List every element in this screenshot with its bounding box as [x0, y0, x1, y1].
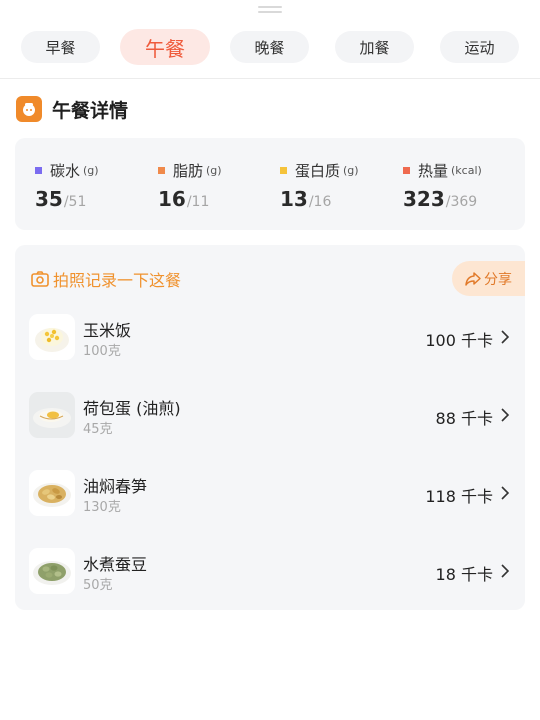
food-amount: 45克 [83, 422, 113, 437]
food-amount: 50克 [83, 578, 113, 593]
macro-unit: (kcal) [451, 163, 482, 177]
food-item-braised-bamboo-shoots[interactable]: 油焖春笋 130克 118 千卡 [15, 468, 525, 518]
fried-egg-icon [29, 392, 75, 438]
macro-label: 碳水 [50, 161, 81, 180]
macro-label: 蛋白质 [295, 161, 341, 180]
photo-record-label: 拍照记录一下这餐 [53, 271, 182, 290]
macro-target: /369 [445, 194, 478, 210]
page-title: 午餐详情 [52, 99, 129, 122]
macro-target: /16 [308, 194, 332, 210]
carbs-color-dot [35, 166, 42, 174]
chevron-right-icon [501, 330, 510, 344]
meal-tab-bar: 早餐 午餐 晚餐 加餐 运动 [0, 29, 540, 65]
macro-value: 16 [158, 187, 186, 211]
macro-fat: 脂肪 (g) 16 /11 [158, 160, 222, 211]
tab-exercise[interactable]: 运动 [440, 31, 519, 63]
macro-value: 323 [403, 187, 445, 211]
food-name: 玉米饭 [83, 321, 132, 340]
macro-value: 35 [35, 187, 63, 211]
macro-summary-card: 碳水 (g) 35 /51 脂肪 (g) 16 /11 蛋白质 (g) 13 /… [15, 138, 525, 230]
macro-carbs: 碳水 (g) 35 /51 [35, 160, 99, 211]
food-name: 油焖春笋 [83, 477, 148, 496]
food-item-boiled-broad-beans[interactable]: 水煮蚕豆 50克 18 千卡 [15, 546, 525, 596]
chevron-right-icon [501, 408, 510, 422]
macro-value: 13 [280, 187, 308, 211]
macro-label: 热量 [418, 161, 449, 180]
meal-food-card: 拍照记录一下这餐 分享 玉米饭 100克 100 千卡 荷包蛋 (油煎) 45克… [15, 245, 525, 610]
corn-rice-icon [29, 314, 75, 360]
chevron-right-icon [501, 486, 510, 500]
tab-dinner[interactable]: 晚餐 [230, 31, 309, 63]
photo-record-button[interactable]: 拍照记录一下这餐 [31, 269, 182, 290]
camera-icon [31, 271, 49, 287]
detail-header: 午餐详情 [16, 95, 128, 123]
tab-snack[interactable]: 加餐 [335, 31, 414, 63]
tab-breakfast[interactable]: 早餐 [21, 31, 100, 63]
macro-label: 脂肪 [173, 161, 204, 180]
food-item-corn-rice[interactable]: 玉米饭 100克 100 千卡 [15, 312, 525, 362]
braised-bamboo-shoots-icon [29, 470, 75, 516]
macro-protein: 蛋白质 (g) 13 /16 [280, 160, 359, 211]
macro-unit: (g) [206, 163, 222, 177]
protein-color-dot [280, 166, 287, 174]
share-label: 分享 [484, 271, 512, 288]
tab-divider [0, 78, 540, 79]
food-amount: 130克 [83, 500, 121, 515]
food-calories: 118 千卡 [425, 487, 493, 506]
food-name: 荷包蛋 (油煎) [83, 399, 181, 418]
food-calories: 18 千卡 [435, 565, 493, 584]
macro-target: /51 [63, 194, 87, 210]
chevron-right-icon [501, 564, 510, 578]
food-calories: 100 千卡 [425, 331, 493, 350]
share-button[interactable]: 分享 [452, 261, 525, 296]
macro-unit: (g) [343, 163, 359, 177]
macro-calories: 热量 (kcal) 323 /369 [403, 160, 482, 211]
food-calories: 88 千卡 [435, 409, 493, 428]
food-amount: 100克 [83, 344, 121, 359]
share-icon [465, 271, 481, 286]
app-logo-icon [16, 96, 42, 122]
food-name: 水煮蚕豆 [83, 555, 148, 574]
tab-lunch[interactable]: 午餐 [120, 29, 210, 65]
macro-unit: (g) [83, 163, 99, 177]
fat-color-dot [158, 166, 165, 174]
food-item-fried-egg[interactable]: 荷包蛋 (油煎) 45克 88 千卡 [15, 390, 525, 440]
boiled-broad-beans-icon [29, 548, 75, 594]
macro-target: /11 [186, 194, 210, 210]
calories-color-dot [403, 166, 410, 174]
sheet-drag-handle[interactable] [258, 6, 282, 14]
